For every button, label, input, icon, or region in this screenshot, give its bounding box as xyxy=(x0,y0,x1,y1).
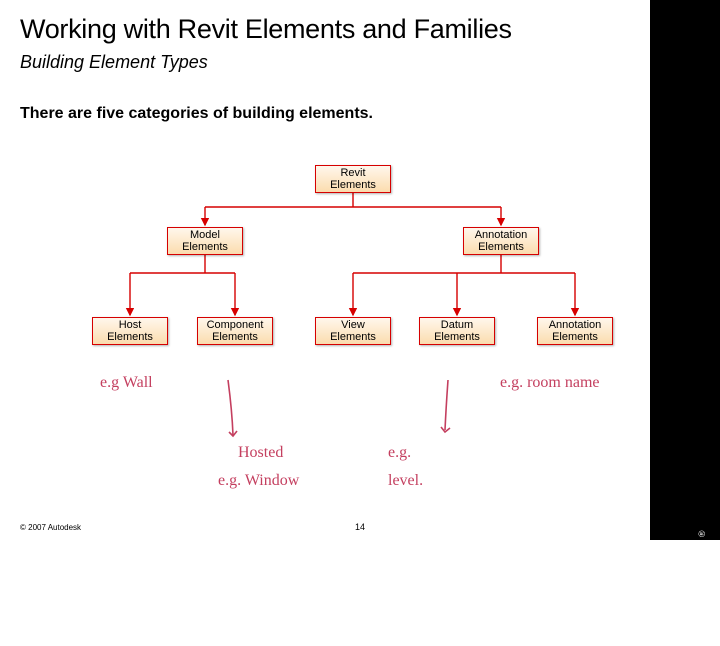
annotation-datum-level: level. xyxy=(388,472,423,490)
annotation-host-example: e.g Wall xyxy=(100,374,153,392)
annotation-datum-eg: e.g. xyxy=(388,444,411,462)
slide: Working with Revit Elements and Families… xyxy=(0,0,720,540)
brand-logo: Autodesk ® xyxy=(691,530,712,646)
copyright-footer: © 2007 Autodesk xyxy=(20,523,81,532)
registered-icon: ® xyxy=(697,530,707,537)
autodesk-icon xyxy=(693,628,711,646)
annotation-annotation-example: e.g. room name xyxy=(500,374,600,392)
annotation-component-hosted: Hosted xyxy=(238,444,283,462)
annotation-component-example: e.g. Window xyxy=(218,472,299,490)
handwritten-arrows xyxy=(0,0,720,540)
brand-sidebar: Autodesk ® xyxy=(650,0,720,540)
brand-text: Autodesk xyxy=(691,543,712,622)
page-number: 14 xyxy=(355,522,365,532)
